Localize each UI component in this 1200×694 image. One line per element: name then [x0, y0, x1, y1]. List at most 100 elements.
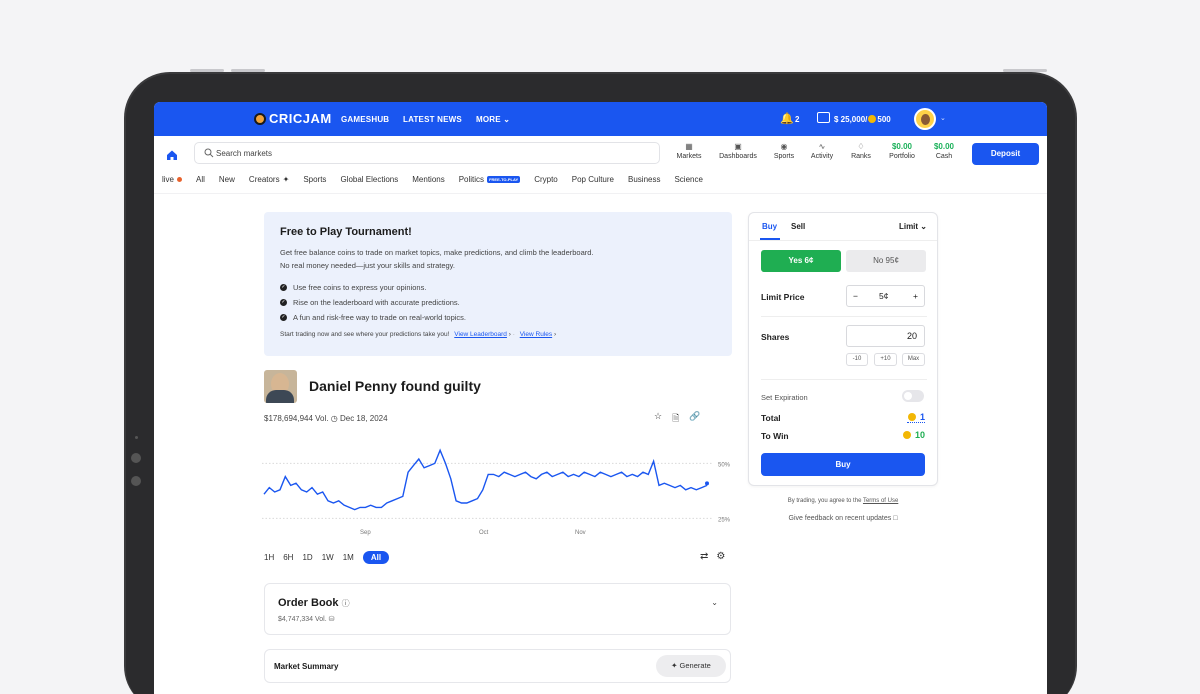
shares-label: Shares	[761, 332, 790, 342]
chip-minus-10[interactable]: -10	[846, 353, 868, 366]
gear-icon[interactable]: ⚙	[716, 551, 725, 562]
nav-gameshub[interactable]: GAMESHUB	[341, 115, 389, 124]
sparkle-icon: ✦	[671, 661, 678, 670]
side-sensor	[131, 476, 141, 486]
plus-icon[interactable]: +	[913, 291, 918, 301]
star-icon[interactable]: ☆	[654, 411, 662, 427]
quick-nav-cash[interactable]: $0.00 Cash	[922, 142, 966, 160]
divider	[761, 316, 927, 317]
quick-nav-ranks[interactable]: ♢ Ranks	[839, 142, 883, 160]
list-item-text: Use free coins to express your opinions.	[293, 283, 427, 292]
category-sports[interactable]: Sports	[303, 175, 326, 184]
market-title: Daniel Penny found guilty	[309, 378, 481, 394]
nav-latest-news[interactable]: LATEST NEWS	[403, 115, 462, 124]
deposit-button[interactable]: Deposit	[972, 143, 1039, 165]
feedback-link[interactable]: Give feedback on recent updates □	[748, 515, 938, 522]
range-1m[interactable]: 1M	[343, 553, 354, 562]
y-tick-label: 25%	[718, 517, 731, 523]
shares-input[interactable]: 20	[846, 325, 925, 347]
chat-icon: □	[893, 515, 898, 522]
yes-button[interactable]: Yes 6¢	[761, 250, 841, 272]
nav-more[interactable]: MORE ⌄	[476, 115, 510, 124]
info-icon: ⓘ	[341, 599, 350, 608]
category-business[interactable]: Business	[628, 175, 660, 184]
avatar[interactable]	[914, 108, 936, 130]
buy-button[interactable]: Buy	[761, 453, 925, 476]
tab-sell[interactable]: Sell	[791, 222, 805, 231]
chevron-right-icon: ›	[508, 331, 511, 338]
category-all[interactable]: All	[196, 175, 205, 184]
link-label: View Leaderboard	[454, 331, 507, 338]
range-1w[interactable]: 1W	[322, 553, 334, 562]
price-line	[263, 448, 708, 511]
terms-notice: By trading, you agree to the Terms of Us…	[748, 498, 938, 504]
category-new[interactable]: New	[219, 175, 235, 184]
sparkle-icon: ✦	[282, 175, 290, 184]
chip-max[interactable]: Max	[902, 353, 925, 366]
order-book[interactable]: Order Book ⓘ $4,747,334 Vol. ⛁ ⌄	[264, 583, 731, 635]
chevron-down-icon[interactable]: ⌄	[711, 598, 718, 607]
minus-icon[interactable]: −	[853, 291, 858, 301]
category-mentions[interactable]: Mentions	[412, 175, 444, 184]
limit-price-value: 5¢	[879, 291, 889, 301]
set-expiration-label: Set Expiration	[761, 393, 808, 402]
brand-logo[interactable]: CRICJAM	[254, 111, 332, 126]
view-leaderboard-link[interactable]: View Leaderboard	[454, 331, 507, 338]
bell-icon[interactable]: 🔔	[780, 112, 794, 125]
wallet-icon[interactable]	[817, 112, 830, 123]
promo-description-line: Get free balance coins to trade on marke…	[280, 248, 594, 257]
no-button[interactable]: No 95¢	[846, 250, 926, 272]
trophy-icon: ♢	[857, 142, 865, 151]
category-label: Politics	[458, 175, 485, 184]
order-type-select[interactable]: Limit ⌄	[899, 222, 927, 231]
view-rules-link[interactable]: View Rules	[520, 331, 552, 338]
category-creators[interactable]: Creators ✦	[249, 175, 289, 184]
limit-price-stepper[interactable]: − 5¢ +	[846, 285, 925, 307]
price-chart[interactable]: 50% 25% Sep Oct Nov	[262, 437, 742, 537]
total-amount: 1	[919, 412, 925, 422]
quick-nav-activity[interactable]: ∿ Activity	[800, 142, 844, 160]
category-politics[interactable]: Politics FREE-TO-PLAY	[458, 175, 521, 184]
category-pop-culture[interactable]: Pop Culture	[572, 175, 614, 184]
quick-nav-portfolio[interactable]: $0.00 Portfolio	[880, 142, 924, 160]
range-1h[interactable]: 1H	[264, 553, 274, 562]
volume-button	[231, 69, 265, 72]
market-summary-title: Market Summary	[274, 662, 339, 671]
order-book-volume-value: $4,747,334 Vol.	[278, 616, 327, 623]
market-image	[264, 370, 297, 403]
search-input[interactable]: Search markets	[194, 142, 660, 164]
cash-value: $0.00	[933, 142, 955, 151]
quick-nav-label: Cash	[935, 153, 953, 160]
quick-nav-label: Dashboards	[719, 153, 757, 160]
swap-icon[interactable]: ⇄	[700, 551, 708, 562]
list-item: ✓ A fun and risk-free way to trade on rea…	[280, 310, 466, 325]
chevron-down-icon[interactable]: ⌄	[940, 114, 946, 122]
range-1d[interactable]: 1D	[302, 553, 312, 562]
side-sensor	[131, 453, 141, 463]
quick-nav-markets[interactable]: ▦ Markets	[667, 142, 711, 160]
link-icon[interactable]: 🔗	[689, 411, 700, 427]
terms-of-use-link[interactable]: Terms of Use	[863, 498, 898, 504]
x-tick-label: Oct	[479, 530, 489, 536]
tab-buy[interactable]: Buy	[762, 222, 777, 231]
dot-separator: ·	[512, 331, 515, 338]
category-crypto[interactable]: Crypto	[534, 175, 558, 184]
range-6h[interactable]: 6H	[283, 553, 293, 562]
category-live[interactable]: live	[162, 175, 183, 184]
category-global-elections[interactable]: Global Elections	[340, 175, 398, 184]
home-icon[interactable]	[166, 149, 178, 161]
quick-nav-label: Activity	[810, 153, 834, 160]
limit-price-label: Limit Price	[761, 292, 805, 302]
coins-icon: ⛁	[328, 616, 335, 623]
category-science[interactable]: Science	[674, 175, 702, 184]
terms-text: By trading, you agree to the	[787, 498, 862, 504]
expiration-toggle[interactable]	[902, 390, 924, 402]
range-all[interactable]: All	[362, 551, 390, 564]
generate-button[interactable]: ✦ Generate	[656, 655, 726, 677]
chip-plus-10[interactable]: +10	[874, 353, 897, 366]
order-book-title: Order Book ⓘ	[278, 597, 350, 609]
document-icon[interactable]: 🗎	[672, 411, 679, 427]
total-value: 1	[907, 412, 925, 423]
free-to-play-badge: FREE-TO-PLAY	[487, 176, 521, 183]
quick-nav-dashboards[interactable]: ▣ Dashboards	[716, 142, 760, 160]
